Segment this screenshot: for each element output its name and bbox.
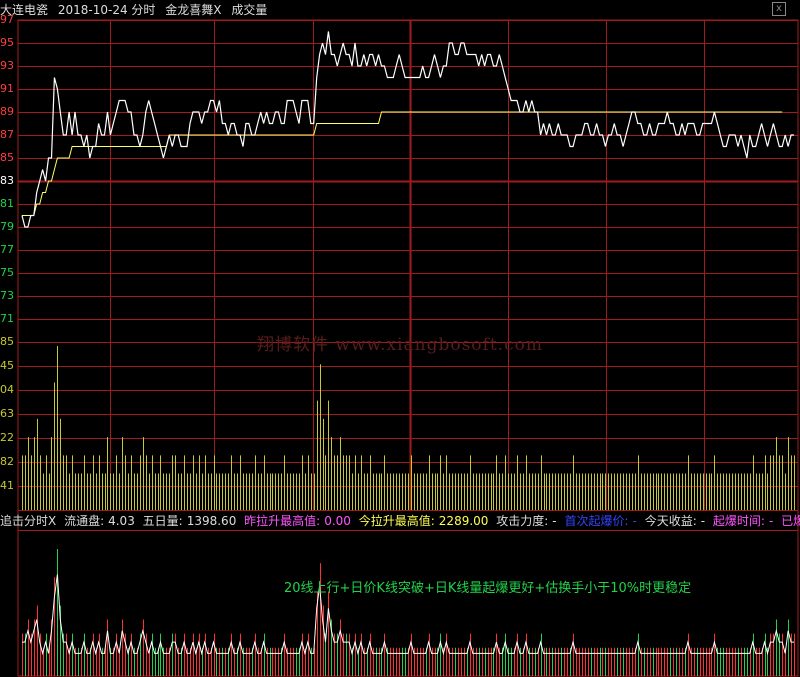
explode-minute-label: 已爆分钟: (781, 514, 800, 528)
price-axis-label: 87 (0, 128, 14, 141)
watermark: 翔博软件 www.xiangbosoft.com (257, 335, 543, 355)
volume-axis-label: 82 (0, 455, 14, 468)
first-explode-label: 首次起爆价: (564, 514, 629, 528)
indicator-info-bar: 追击分时X 流通盘: 4.03 五日量: 1398.60 昨拉升最高值: 0.00 今… (0, 512, 800, 530)
price-line (21, 31, 794, 228)
indicator-close-mark[interactable]: X (213, 3, 221, 17)
avg5-value: 1398.60 (186, 514, 237, 528)
info-title: 追击分时X (0, 514, 57, 528)
price-axis-label: 85 (0, 151, 14, 164)
average-price-line (22, 111, 783, 216)
prev-high-label: 昨拉升最高值: (244, 514, 321, 528)
price-axis-label: 77 (0, 243, 14, 256)
attack-label: 攻击力度: (496, 514, 549, 528)
price-axis-label: 95 (0, 36, 14, 49)
price-axis-label: 81 (0, 197, 14, 210)
chart-header: 大连电瓷 2018-10-24 分时 金龙喜舞X 成交量 (0, 0, 800, 20)
float-label: 流通盘: (64, 514, 105, 528)
indicator-name[interactable]: 金龙喜舞 (165, 3, 213, 17)
price-axis-label: 73 (0, 289, 14, 302)
avg5-label: 五日量: (142, 514, 183, 528)
explode-time-label: 起爆时间: (712, 514, 765, 528)
price-axis-label: 89 (0, 105, 14, 118)
chart-date: 2018-10-24 分时 (57, 3, 156, 17)
today-high-value: 2289.00 (438, 514, 489, 528)
explode-time-value: - (768, 514, 774, 528)
volume-axis-label: 04 (0, 383, 14, 396)
price-axis-label: 75 (0, 266, 14, 279)
price-axis-label: 93 (0, 59, 14, 72)
attack-value: - (552, 514, 557, 528)
today-gain-label: 今天收益: (644, 514, 697, 528)
volume-axis-label: 22 (0, 431, 14, 444)
price-axis-label: 97 (0, 13, 14, 26)
price-axis-label: 83 (0, 174, 14, 187)
today-gain-value: - (700, 514, 706, 528)
price-axis-label: 91 (0, 82, 14, 95)
volume-label: 成交量 (231, 3, 268, 17)
today-high-label: 今拉升最高值: (358, 514, 435, 528)
volume-axis-label: 45 (0, 359, 14, 372)
price-axis-label: 71 (0, 312, 14, 325)
volume-axis-label: 63 (0, 407, 14, 420)
price-axis-label: 79 (0, 220, 14, 233)
prev-high-value: 0.00 (324, 514, 351, 528)
float-value: 4.03 (108, 514, 135, 528)
strategy-note: 20线上行+日价K线突破+日K线量起爆更好+估换手小于10%时更稳定 (284, 581, 692, 596)
volume-axis-label: 41 (0, 479, 14, 492)
first-explode-value: - (632, 514, 637, 528)
close-icon[interactable]: x (772, 2, 786, 16)
